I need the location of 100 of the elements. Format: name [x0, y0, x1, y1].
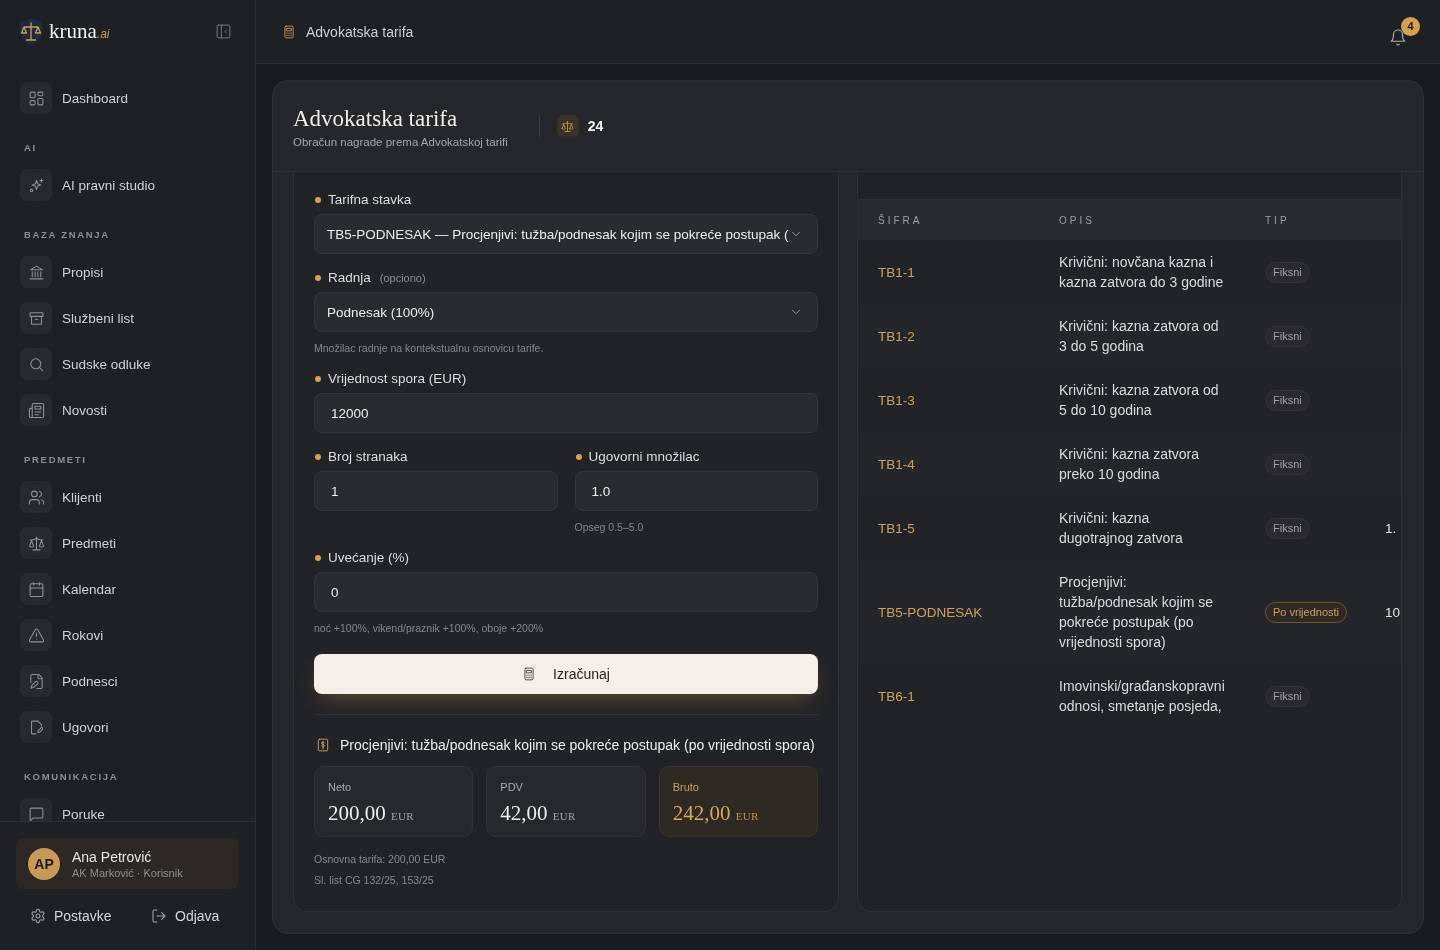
- users-icon: [20, 481, 52, 513]
- tariff-description: Krivični: kazna zatvora od 3 do 5 godina: [1059, 317, 1220, 356]
- document-edit-icon: [20, 711, 52, 743]
- bell-icon: [1389, 27, 1407, 47]
- footnote: Sl. list CG 132/25, 153/25: [314, 873, 435, 888]
- dot-icon: [315, 554, 321, 561]
- nav-link[interactable]: Kalendar: [20, 573, 235, 605]
- type-tag: Fiksni: [1265, 261, 1310, 283]
- settings-button[interactable]: Postavke: [30, 906, 112, 926]
- page-subtitle: Obračun nagrade prema Advokatskoj tarifi: [293, 135, 508, 148]
- nav-link[interactable]: Predmeti: [20, 527, 235, 559]
- nav-link[interactable]: AI pravni studio: [20, 169, 235, 201]
- tariff-description: Krivični: kazna zatvora od 5 do 10 godina: [1059, 381, 1220, 420]
- amount-text: 1.: [1385, 520, 1397, 536]
- page-title: Advokatska tarifa: [306, 23, 415, 40]
- tariff-code: TB5-PODNESAK: [878, 604, 984, 620]
- field-label: Ugovorni množilac: [588, 449, 700, 464]
- notification-badge: 4: [1401, 16, 1420, 36]
- tariff-description: Krivični: kazna dugotrajnog zatvora: [1059, 509, 1184, 548]
- field-hint: Množilac radnje na kontekstualnu osnovicu tarife.: [314, 341, 545, 355]
- nav-link[interactable]: Propisi: [20, 256, 235, 288]
- calculator-icon: [282, 23, 296, 40]
- warning-icon: [20, 619, 52, 651]
- logout-button[interactable]: Odjava: [151, 906, 220, 926]
- nav-link[interactable]: Novosti: [20, 394, 235, 426]
- user-name: Ana Petrović: [72, 847, 153, 866]
- column-header: OPIS: [1059, 214, 1096, 226]
- calendar-icon: [20, 573, 52, 605]
- input-field[interactable]: 0: [314, 572, 818, 612]
- page-heading: Advokatska tarifa: [293, 104, 459, 133]
- field-hint: Opseg 0.5–5.0: [574, 520, 645, 534]
- field-hint: noć +100%, vikend/praznik +100%, oboje +200%: [314, 621, 545, 635]
- calculate-button[interactable]: Izračunaj: [314, 654, 818, 694]
- nav-link[interactable]: Podnesci: [20, 665, 235, 697]
- user-role: AK Marković · Korisnik: [72, 865, 183, 880]
- type-tag: Fiksni: [1265, 517, 1310, 539]
- brand-name: kruna.ai: [49, 19, 110, 44]
- field-label: Vrijednost spora (EUR): [328, 371, 467, 386]
- tariff-description: Krivični: kazna zatvora preko 10 godina: [1059, 445, 1201, 484]
- input-field[interactable]: 1.0: [574, 471, 818, 511]
- section-heading: AI: [24, 142, 38, 154]
- dollar-document-icon: [316, 737, 330, 753]
- dot-icon: [315, 453, 321, 460]
- user-card[interactable]: AP Ana Petrović AK Marković · Korisnik: [16, 838, 239, 889]
- field-label: Tarifna stavka: [328, 192, 412, 207]
- nav-link[interactable]: Poruke: [20, 798, 235, 821]
- bank-icon: [20, 256, 52, 288]
- select-field[interactable]: TB5-PODNESAK — Procjenjivi: tužba/podnesak kojim se pokreće postupak (: [314, 214, 818, 254]
- archive-box-icon: [20, 302, 52, 334]
- user-avatar: AP: [28, 847, 60, 880]
- section-heading: KOMUNIKACIJA: [24, 771, 120, 783]
- field-label: Uvećanje (%): [328, 550, 410, 565]
- grid-icon: [20, 82, 52, 114]
- tariff-code: TB1-2: [878, 328, 916, 344]
- document-pen-icon: [20, 665, 52, 697]
- sidebar-collapse-icon[interactable]: [215, 23, 232, 40]
- select-field[interactable]: Podnesak (100%): [314, 292, 818, 332]
- nav-link[interactable]: Klijenti: [20, 481, 235, 513]
- stat-value: 24: [587, 118, 604, 134]
- type-tag: Fiksni: [1265, 325, 1310, 347]
- nav-link[interactable]: Rokovi: [20, 619, 235, 651]
- amount-text: 10: [1385, 604, 1401, 620]
- amount-label: PDV: [500, 780, 524, 794]
- settings-icon: [30, 908, 46, 924]
- nav-link[interactable]: Dashboard: [20, 82, 235, 114]
- input-field[interactable]: 1: [314, 471, 558, 511]
- dot-icon: [315, 274, 321, 281]
- type-tag: Fiksni: [1265, 453, 1310, 475]
- section-heading: BAZA ZNANJA: [24, 229, 111, 241]
- tariff-code: TB1-5: [878, 520, 916, 536]
- type-tag: Fiksni: [1265, 685, 1310, 707]
- scale-icon: [20, 527, 52, 559]
- tariff-description: Imovinski/građanskopravni odnosi, smetanje posjeda,: [1059, 677, 1226, 716]
- scale-icon: [556, 115, 579, 137]
- column-header: TIP: [1265, 214, 1291, 226]
- column-header: ŠIFRA: [878, 214, 924, 226]
- nav-link[interactable]: Službeni list: [20, 302, 235, 334]
- amount-value: 242,00 EUR: [672, 800, 760, 827]
- nav-link[interactable]: Sudske odluke: [20, 348, 235, 380]
- notifications-button[interactable]: 4: [1389, 16, 1420, 47]
- amount-value: 42,00 EUR: [500, 800, 577, 827]
- amount-label: Bruto: [672, 780, 700, 794]
- amount-value: 200,00 EUR: [328, 800, 415, 827]
- logout-icon: [151, 908, 167, 924]
- dot-icon: [315, 375, 321, 382]
- tariff-code: TB6-1: [878, 688, 916, 704]
- amount-label: Neto: [328, 780, 353, 794]
- sparkle-icon: [20, 169, 52, 201]
- tariff-code: TB1-1: [878, 264, 916, 280]
- type-tag: Po vrijednosti: [1265, 601, 1348, 623]
- footnote: Osnovna tarifa: 200,00 EUR: [314, 852, 447, 867]
- optional-note: (opciono): [379, 271, 426, 284]
- newspaper-icon: [20, 394, 52, 426]
- calculator-icon: [522, 666, 537, 682]
- shield-scale-icon: [18, 16, 44, 47]
- nav-link[interactable]: Ugovori: [20, 711, 235, 743]
- dot-icon: [315, 196, 321, 203]
- input-field[interactable]: 12000: [314, 393, 818, 433]
- dot-icon: [575, 453, 582, 460]
- type-tag: Fiksni: [1265, 389, 1310, 411]
